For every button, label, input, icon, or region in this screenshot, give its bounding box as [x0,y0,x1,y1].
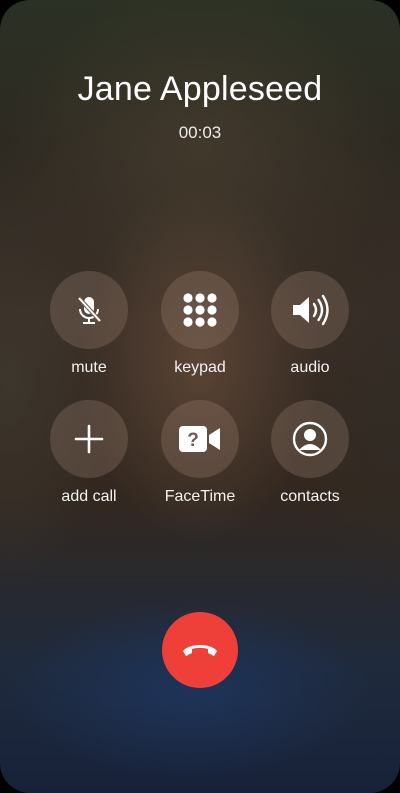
mute-icon [77,296,102,324]
keypad-button[interactable]: keypad [145,271,255,377]
mute-button[interactable]: mute [34,271,144,377]
keypad-icon [183,293,217,327]
facetime-label: FaceTime [164,488,236,505]
facetime-button-circle[interactable]: ? [161,400,239,478]
speaker-icon [293,294,329,326]
caller-name: Jane Appleseed [77,70,323,108]
facetime-icon: ? [179,426,220,452]
contacts-button[interactable]: contacts [255,400,365,506]
contacts-label: contacts [280,488,340,505]
audio-label: audio [290,359,330,376]
incoming-call-screen: Jane Appleseed 00:03 mute keypad audio a… [0,0,400,793]
mute-button-circle[interactable] [50,271,128,349]
svg-text:?: ? [187,430,199,451]
mute-label: mute [71,359,107,376]
add-call-label: add call [61,488,117,505]
contacts-button-circle[interactable] [271,400,349,478]
add-call-button-circle[interactable] [50,400,128,478]
keypad-label: keypad [174,359,226,376]
plus-icon [74,424,104,454]
contact-icon [292,421,328,457]
audio-button-circle[interactable] [271,271,349,349]
phone-hangup-icon [183,645,217,656]
keypad-button-circle[interactable] [161,271,239,349]
add-call-button[interactable]: add call [34,400,144,506]
audio-button[interactable]: audio [255,271,365,377]
end-call-button[interactable] [162,612,238,688]
call-timer: 00:03 [178,123,222,142]
facetime-button[interactable]: ? FaceTime [145,400,255,506]
